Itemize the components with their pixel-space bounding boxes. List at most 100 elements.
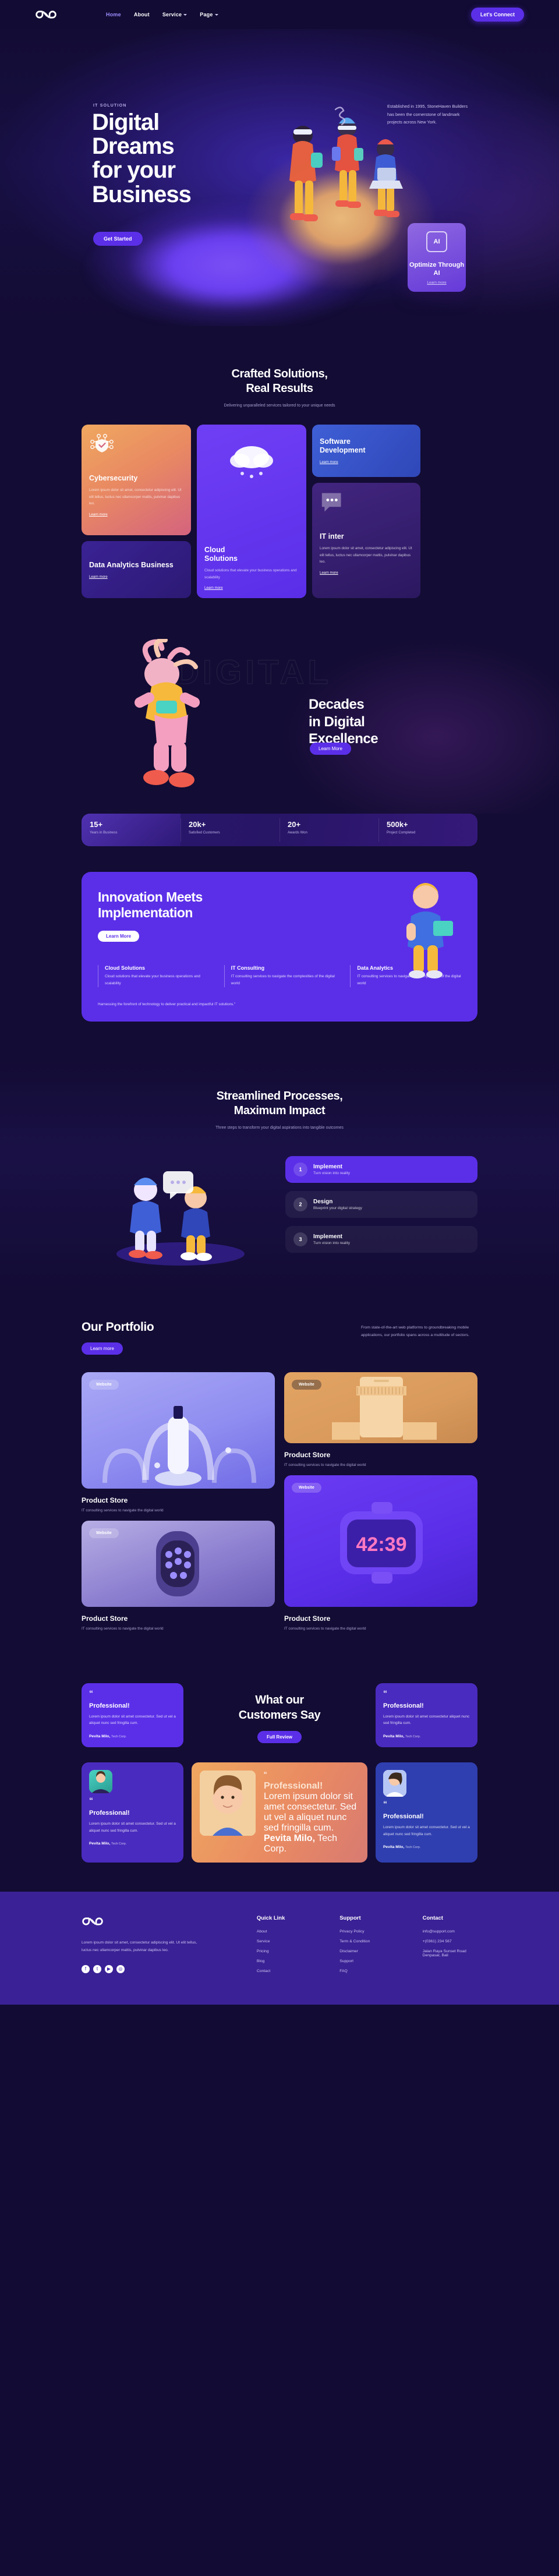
ai-card-learn-more-link[interactable]: Learn more (427, 281, 446, 285)
footer-support-list: Privacy Policy Term & Condition Disclaim… (339, 1930, 394, 1973)
get-started-button[interactable]: Get Started (93, 232, 143, 246)
testimonial-author-company-3: Tech Corp. (111, 1842, 127, 1846)
innovation-title-line-1: Innovation Meets (98, 889, 203, 905)
portfolio-card-4[interactable]: 42:39 Website Product Store IT consultin… (284, 1475, 477, 1631)
process-step-title: Design (313, 1199, 333, 1206)
footer-contact-email[interactable]: info@support.com (423, 1930, 477, 1934)
hero-title: Digital Dreams for your Business (92, 109, 192, 207)
chevron-down-icon (214, 13, 218, 16)
service-card-it-inter-link[interactable]: Learn more (320, 571, 338, 575)
innovation-panel: Innovation Meets Implementation Learn Mo… (82, 872, 477, 1022)
nav-link-about[interactable]: About (134, 12, 150, 17)
service-card-cloud-solutions[interactable]: Cloud Solutions Cloud solutions that ele… (197, 425, 306, 599)
service-card-software-development[interactable]: Software Development Learn more (312, 425, 420, 478)
hero-title-line-1: Digital (92, 109, 160, 135)
footer-link-disclaimer[interactable]: Disclaimer (339, 1949, 394, 1953)
footer-link-faq[interactable]: FAQ (339, 1969, 394, 1973)
testimonial-author-name-3: Pevita Milo, (89, 1842, 111, 1846)
footer-link-about[interactable]: About (257, 1930, 312, 1934)
portfolio-card-1[interactable]: Website Product Store IT consulting serv… (82, 1372, 275, 1513)
optimize-through-ai-card[interactable]: AI Optimize Through AI Learn more (408, 223, 466, 292)
stat-label: Satisfied Customers (189, 831, 220, 835)
innovation-column-body: IT consulting services to navigate the c… (231, 974, 335, 985)
innovation-column-0: Cloud Solutions Cloud solutions that ele… (98, 964, 209, 987)
testimonial-avatar-5 (383, 1770, 406, 1797)
process-step-1[interactable]: 1 Implement Turn vision into reality (285, 1156, 477, 1183)
hero-eyebrow: IT SOLUTION (93, 104, 127, 108)
footer-about-text: Lorem ipsum dolor sit amet, consectetur … (82, 1941, 197, 1953)
facebook-icon[interactable]: f (82, 1964, 90, 1973)
innovation-column-body: Cloud solutions that elevate your busine… (105, 974, 200, 985)
testimonial-avatar-4 (200, 1771, 256, 1836)
lets-connect-button[interactable]: Let's Connect (470, 8, 524, 22)
service-card-it-inter[interactable]: IT inter Lorem ipsum dolor sit amet, con… (312, 483, 420, 599)
portfolio-card-body-2: IT consulting services to navigate the d… (284, 1463, 366, 1468)
process-step-3[interactable]: 3 Implement Turn vision into reality (285, 1226, 477, 1253)
stat-number: 15+ (90, 820, 103, 829)
portfolio-tag-3: Website (89, 1528, 119, 1539)
decades-learn-more-button[interactable]: Learn More (310, 743, 351, 755)
testimonial-author-1: Pevita Milo, Tech Corp. (89, 1734, 176, 1738)
footer-link-contact[interactable]: Contact (257, 1969, 312, 1973)
portfolio-grid: Website Product Store IT consulting serv… (82, 1372, 477, 1631)
footer-quick-link-title: Quick Link (256, 1915, 285, 1922)
decades-section: DIGITAL Decades in Digital Excellence Le… (0, 621, 559, 814)
portfolio-card-2[interactable]: Website Product Store IT consulting serv… (284, 1372, 477, 1467)
service-card-data-analytics-link[interactable]: Learn more (89, 575, 183, 579)
testimonial-card-1[interactable]: “ Professional! Lorem ipsum dolor sit am… (82, 1683, 183, 1748)
youtube-icon[interactable]: ▶ (105, 1964, 113, 1973)
service-card-software-title-line-1: Software (320, 437, 351, 446)
nav-link-service[interactable]: Service (162, 12, 187, 17)
portfolio-card-title-1: Product Store (82, 1496, 128, 1505)
twitter-icon[interactable]: t (93, 1964, 101, 1973)
instagram-icon[interactable]: ◎ (116, 1964, 125, 1973)
footer-link-pricing[interactable]: Pricing (257, 1949, 312, 1953)
testimonial-author-name-2: Pevita Milo, (383, 1734, 405, 1739)
service-card-cybersecurity[interactable]: Cybersecurity Lorem ipsum dolor sit amet… (82, 425, 191, 536)
footer-contact-list: info@support.com +(0361) 234 567 Jalan R… (423, 1930, 477, 1957)
innovation-title: Innovation Meets Implementation (98, 889, 284, 921)
full-review-button[interactable]: Full Review (257, 1731, 302, 1744)
footer-link-blog[interactable]: Blog (257, 1959, 312, 1963)
portfolio-learn-more-button[interactable]: Learn more (82, 1342, 123, 1355)
portfolio-thumb-3: Website (82, 1521, 275, 1607)
brand-logo[interactable] (35, 8, 58, 22)
testimonial-author-3: Pevita Milo, Tech Corp. (89, 1842, 176, 1846)
footer-link-service[interactable]: Service (257, 1939, 312, 1944)
nav-link-home[interactable]: Home (106, 12, 121, 17)
testimonial-card-5[interactable]: “ Professional! Lorem ipsum dolor sit am… (376, 1762, 477, 1863)
service-card-cybersecurity-link[interactable]: Learn more (89, 513, 108, 517)
footer-logo[interactable] (82, 1915, 229, 1931)
process-step-body: Blueprint your digital strategy (313, 1206, 362, 1211)
testimonial-author-company-5: Tech Corp. (405, 1846, 421, 1850)
service-card-data-analytics[interactable]: Data Analytics Business Learn more (82, 541, 191, 599)
portfolio-title: Our Portfolio (82, 1320, 154, 1334)
footer-link-support[interactable]: Support (339, 1959, 394, 1963)
stats-section: 15+ Years in Business 20k+ Satisfied Cus… (0, 814, 559, 872)
innovation-column-title: Cloud Solutions (105, 964, 145, 971)
portfolio-card-3[interactable]: Website Product Store IT consulting serv… (82, 1521, 275, 1631)
testimonial-card-3[interactable]: “ Professional! Lorem ipsum dolor sit am… (82, 1762, 183, 1863)
process-step-2[interactable]: 2 Design Blueprint your digital strategy (285, 1191, 477, 1218)
footer-support-title: Support (339, 1915, 361, 1922)
stat-item-2: 20+ Awards Won (280, 814, 378, 846)
quote-mark-icon: “ (264, 1771, 267, 1781)
testimonials-title-line-2: Customers Say (238, 1709, 321, 1722)
nav-link-page[interactable]: Page (200, 12, 218, 17)
testimonial-body-2: Lorem ipsum dolor sit amet consectetur a… (383, 1714, 470, 1726)
portfolio-card-body-1: IT consulting services to navigate the d… (82, 1508, 164, 1513)
innovation-column-1: IT Consulting IT consulting services to … (224, 964, 335, 987)
testimonial-card-2[interactable]: “ Professional! Lorem ipsum dolor sit am… (376, 1683, 477, 1748)
service-card-cloud-title-line-1: Cloud (204, 546, 225, 554)
stat-number: 20+ (288, 820, 301, 829)
service-card-cloud-link[interactable]: Learn more (204, 586, 299, 590)
footer-contact-phone[interactable]: +(0361) 234 567 (423, 1939, 477, 1944)
innovation-learn-more-button[interactable]: Learn More (98, 930, 140, 942)
testimonial-author-company-1: Tech Corp. (111, 1735, 127, 1739)
process-body: 1 Implement Turn vision into reality 2 D… (82, 1151, 477, 1268)
service-card-software-link[interactable]: Learn more (320, 460, 413, 464)
footer-link-privacy-policy[interactable]: Privacy Policy (339, 1930, 394, 1934)
footer-link-term-condition[interactable]: Term & Condition (339, 1939, 394, 1944)
testimonials-title-line-1: What our (255, 1694, 304, 1707)
testimonial-card-4[interactable]: “ Professional! Lorem ipsum dolor sit am… (192, 1762, 367, 1863)
